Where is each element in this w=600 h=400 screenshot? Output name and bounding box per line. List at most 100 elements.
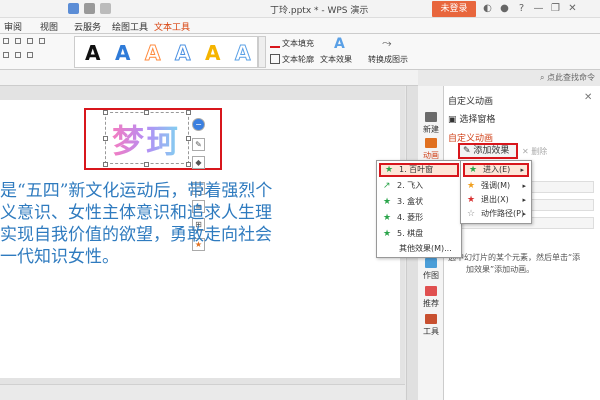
sidebar-item-new[interactable]: 新建 <box>418 112 444 135</box>
user-icon[interactable]: ● <box>499 3 510 14</box>
pane-hint: 选中幻灯片的某个元素，然后单击“添 加效果”添加动画。 <box>448 252 588 276</box>
star-icon: ★ <box>383 229 392 239</box>
menu-item-diamond[interactable]: ★ 4. 菱形 <box>379 211 423 225</box>
slide-body-text[interactable]: 是“五四”新文化运动后，带着强烈个 义意识、女性主体意识和追求人生理 实现自我价… <box>0 180 390 268</box>
add-effect-button[interactable]: ✎ 添加效果 ▾ <box>458 143 518 168</box>
wordart-style-black[interactable]: A <box>85 41 100 65</box>
text-fill-button[interactable]: 文本填充 <box>282 38 314 49</box>
sidebar-item-tools[interactable]: 工具 <box>418 314 444 337</box>
wordart-style-orange-outline[interactable]: A <box>144 41 161 66</box>
wordart-style-light-blue[interactable]: A <box>234 41 251 66</box>
effect-type-menu: ★ 进入(E) ▸ ★ 强调(M) ▸ ★ 退出(X) ▸ ☆ 动作路径(P) … <box>460 160 532 224</box>
convert-icon: ⤳ <box>382 36 392 50</box>
undo-icon[interactable] <box>100 3 111 14</box>
title-bar: 丁玲.pptx * - WPS 演示 未登录 ◐ ● ? — ❐ ✕ <box>0 0 600 18</box>
wordart-style-gold[interactable]: A <box>205 41 220 65</box>
body-line: 一代知识女性。 <box>0 247 119 267</box>
login-button[interactable]: 未登录 <box>432 1 476 17</box>
animation-icon <box>425 138 437 148</box>
print-icon[interactable] <box>84 3 95 14</box>
shape-options-icon[interactable]: − <box>192 118 205 131</box>
ribbon: A A A A A A 文本填充 文本轮廓 A 文本效果 ⤳ 转换成图示 <box>0 34 600 70</box>
indent-icon[interactable] <box>3 52 9 58</box>
sidebar-item-recommend[interactable]: 推荐 <box>418 286 444 309</box>
menu-item-emphasis[interactable]: ★ 强调(M) ▸ <box>463 179 529 193</box>
align-icon[interactable] <box>3 38 9 44</box>
restore-icon[interactable]: ❐ <box>550 3 561 14</box>
indent-icon[interactable] <box>15 52 21 58</box>
toolbox-icon <box>425 314 437 324</box>
indent-icon[interactable] <box>27 52 33 58</box>
menu-item-label: 强调(M) <box>481 181 511 190</box>
selection-pane-link[interactable]: ▣ 选择窗格 <box>448 112 495 125</box>
submenu-arrow-icon: ▸ <box>522 182 526 190</box>
close-icon[interactable]: ✕ <box>584 92 592 103</box>
body-line: 实现自我价值的欲望，勇敢走向社会 <box>0 225 272 245</box>
sidebar-item-label: 工具 <box>423 327 439 336</box>
quick-access-toolbar <box>68 3 111 14</box>
text-effect-button[interactable]: 文本效果 <box>320 54 352 65</box>
minimize-icon[interactable]: — <box>533 3 544 14</box>
pane-title: 自定义动画 <box>448 97 494 107</box>
hint-line: 选中幻灯片的某个元素，然后单击“添 <box>448 253 581 262</box>
body-line: 是“五四”新文化运动后，带着强烈个 <box>0 181 273 201</box>
align-icon[interactable] <box>39 38 45 44</box>
selection-pane-label: 选择窗格 <box>459 115 496 125</box>
menu-item-checkerboard[interactable]: ★ 5. 棋盘 <box>379 227 423 241</box>
menu-item-fly-in[interactable]: ↗ 2. 飞入 <box>379 179 423 193</box>
menu-item-label: 退出(X) <box>481 195 509 204</box>
submenu-arrow-icon: ▸ <box>522 196 526 204</box>
menu-item-label: 1. 百叶窗 <box>399 165 434 174</box>
sidebar-item-label: 新建 <box>423 125 439 134</box>
horizontal-scrollbar[interactable] <box>0 384 405 400</box>
tab-drawing-tools[interactable]: 绘图工具 <box>112 20 148 33</box>
tab-text-tools[interactable]: 文本工具 <box>154 20 191 36</box>
star-icon: ★ <box>383 213 392 223</box>
menu-item-label: 进入(E) <box>483 165 511 174</box>
window-controls: ◐ ● ? — ❐ ✕ <box>482 3 578 14</box>
fill-icon[interactable]: ◆ <box>192 156 205 169</box>
wordart-style-gallery: A A A A A A <box>74 36 258 68</box>
delete-label: 删除 <box>531 147 548 156</box>
sidebar-item-label: 作图 <box>423 271 439 280</box>
skin-icon[interactable]: ◐ <box>482 3 493 14</box>
text-outline-button[interactable]: 文本轮廓 <box>282 54 314 65</box>
menu-item-entrance[interactable]: ★ 进入(E) ▸ <box>463 163 529 177</box>
submenu-arrow-icon: ▸ <box>520 166 524 174</box>
draw-icon <box>425 258 437 268</box>
delete-button[interactable]: ✕ 删除 <box>522 146 547 157</box>
command-search[interactable]: ⌕ 点此查找命令 <box>540 72 596 84</box>
more-effects-item[interactable]: 其他效果(M)... <box>399 243 452 254</box>
edit-icon[interactable]: ✎ <box>192 138 205 151</box>
recommend-icon <box>425 286 437 296</box>
tab-cloud[interactable]: 云服务 <box>74 20 101 33</box>
format-buttons <box>3 38 49 66</box>
help-icon[interactable]: ? <box>516 3 527 14</box>
custom-animation-pane: 自定义动画 ✕ ▣ 选择窗格 自定义动画 ✎ 添加效果 ▾ ✕ 删除 选中幻灯片… <box>444 86 600 400</box>
close-icon[interactable]: ✕ <box>567 3 578 14</box>
tab-view[interactable]: 视图 <box>40 20 58 33</box>
star-icon: ↗ <box>383 181 391 191</box>
menu-item-exit[interactable]: ★ 退出(X) ▸ <box>463 193 529 207</box>
menu-item-box[interactable]: ★ 3. 盒状 <box>379 195 423 209</box>
save-icon[interactable] <box>68 3 79 14</box>
star-icon: ★ <box>467 195 476 205</box>
menu-item-label: 4. 菱形 <box>397 213 424 222</box>
wordart-style-blue[interactable]: A <box>115 41 130 65</box>
star-icon: ★ <box>383 197 392 207</box>
add-effect-label: 添加效果 <box>473 146 510 156</box>
sidebar-item-animation[interactable]: 动画 <box>418 138 444 161</box>
align-icon[interactable] <box>27 38 33 44</box>
menu-item-label: 5. 棋盘 <box>397 229 424 238</box>
menu-item-blinds[interactable]: ★ 1. 百叶窗 <box>379 163 459 177</box>
sidebar-item-label: 推荐 <box>423 299 439 308</box>
gallery-scroll[interactable] <box>258 36 266 68</box>
menu-item-motion-path[interactable]: ☆ 动作路径(P) ▸ <box>463 207 529 221</box>
text-outline-icon <box>270 54 280 64</box>
align-icon[interactable] <box>15 38 21 44</box>
text-effect-icon: A <box>334 36 345 52</box>
convert-to-diagram-button[interactable]: 转换成图示 <box>368 54 408 65</box>
tab-review[interactable]: 审阅 <box>4 20 22 33</box>
sidebar-item-draw[interactable]: 作图 <box>418 258 444 281</box>
wordart-style-blue-outline[interactable]: A <box>174 41 191 66</box>
